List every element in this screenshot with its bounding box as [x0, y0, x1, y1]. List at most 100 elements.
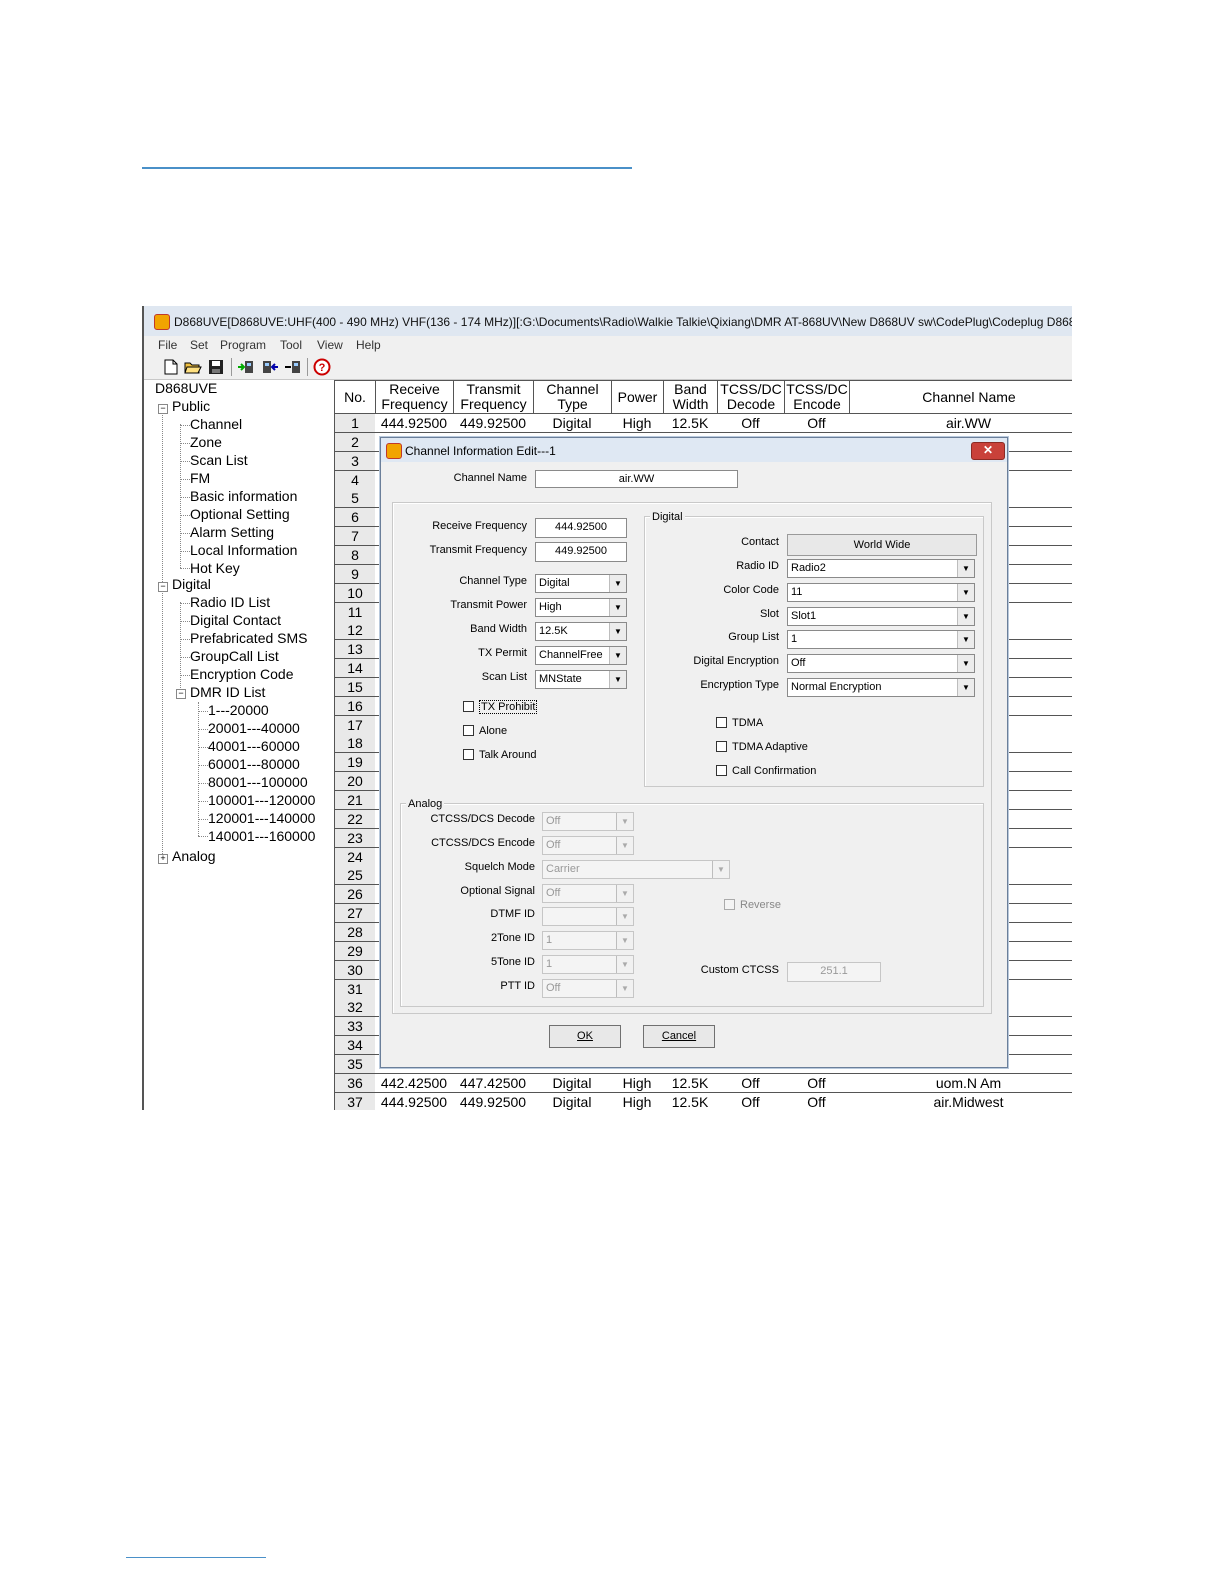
- row-number[interactable]: 26: [334, 885, 376, 905]
- col-header-tcss-encode[interactable]: TCSS/DC Encode: [784, 380, 850, 414]
- row-number[interactable]: 9: [334, 564, 376, 584]
- menu-set[interactable]: Set: [190, 338, 208, 352]
- tree-digital[interactable]: Digital: [172, 576, 211, 592]
- tdma-checkbox[interactable]: [716, 717, 727, 728]
- col-header-tcss-decode[interactable]: TCSS/DC Decode: [717, 380, 785, 414]
- table-row[interactable]: 36 442.42500 447.42500 Digital High 12.5K Off O…: [334, 1073, 1072, 1093]
- collapse-digital-icon[interactable]: −: [158, 582, 168, 592]
- row-number[interactable]: 36: [334, 1073, 376, 1093]
- row-number[interactable]: 18: [334, 734, 376, 754]
- row-number[interactable]: 25: [334, 866, 376, 886]
- menu-program[interactable]: Program: [220, 338, 266, 352]
- transmit-power-select[interactable]: High ▼: [535, 598, 627, 617]
- chevron-down-icon[interactable]: ▼: [616, 908, 633, 925]
- menu-file[interactable]: File: [158, 338, 177, 352]
- collapse-dmr-id-list-icon[interactable]: −: [176, 689, 186, 699]
- row-number[interactable]: 2: [334, 432, 376, 452]
- band-width-cell[interactable]: 12.5K: [663, 1073, 718, 1093]
- tree-dmr-id-list[interactable]: DMR ID List: [190, 684, 265, 700]
- row-number[interactable]: 24: [334, 847, 376, 867]
- custom-ctcss-input[interactable]: 251.1: [787, 962, 881, 982]
- col-header-no[interactable]: No.: [334, 380, 376, 414]
- tree-item-digital-contact[interactable]: Digital Contact: [190, 612, 281, 628]
- optional-signal-select[interactable]: Off ▼: [542, 884, 634, 903]
- row-number[interactable]: 6: [334, 508, 376, 528]
- row-number[interactable]: 7: [334, 527, 376, 547]
- col-header-channel-type[interactable]: Channel Type: [533, 380, 612, 414]
- transmit-frequency-cell[interactable]: 447.42500: [453, 1073, 534, 1093]
- menu-help[interactable]: Help: [356, 338, 381, 352]
- expand-analog-icon[interactable]: +: [158, 854, 168, 864]
- ok-button[interactable]: OK: [549, 1025, 621, 1048]
- tree-root[interactable]: D868UVE: [155, 380, 217, 396]
- color-code-select[interactable]: 11 ▼: [787, 583, 975, 602]
- ctcss-decode-select[interactable]: Off ▼: [542, 812, 634, 831]
- chevron-down-icon[interactable]: ▼: [609, 647, 626, 664]
- tree-item-groupcall-list[interactable]: GroupCall List: [190, 648, 279, 664]
- row-number[interactable]: 32: [334, 998, 376, 1018]
- digital-encryption-select[interactable]: Off ▼: [787, 654, 975, 673]
- channel-type-cell[interactable]: Digital: [533, 1092, 612, 1110]
- power-cell[interactable]: High: [611, 414, 664, 433]
- encode-cell[interactable]: Off: [784, 1073, 850, 1093]
- contact-button[interactable]: World Wide: [787, 534, 977, 556]
- chevron-down-icon[interactable]: ▼: [609, 575, 626, 592]
- radio-id-select[interactable]: Radio2 ▼: [787, 559, 975, 578]
- chevron-down-icon[interactable]: ▼: [609, 623, 626, 640]
- tree-item-encryption-code[interactable]: Encryption Code: [190, 666, 294, 682]
- row-number[interactable]: 8: [334, 545, 376, 565]
- ptt-id-select[interactable]: Off ▼: [542, 979, 634, 998]
- tree-item-dmr-range[interactable]: 60001---80000: [208, 756, 300, 772]
- chevron-down-icon[interactable]: ▼: [957, 655, 974, 672]
- chevron-down-icon[interactable]: ▼: [957, 679, 974, 696]
- tree-item-basic-information[interactable]: Basic information: [190, 488, 297, 504]
- chevron-down-icon[interactable]: ▼: [616, 837, 633, 854]
- channel-type-select[interactable]: Digital ▼: [535, 574, 627, 593]
- receive-frequency-cell[interactable]: 444.92500: [375, 1092, 454, 1110]
- tree-item-dmr-range[interactable]: 1---20000: [208, 702, 269, 718]
- tree-item-prefabricated-sms[interactable]: Prefabricated SMS: [190, 630, 308, 646]
- tree-item-dmr-range[interactable]: 80001---100000: [208, 774, 308, 790]
- slot-select[interactable]: Slot1 ▼: [787, 607, 975, 626]
- alone-checkbox[interactable]: [463, 725, 474, 736]
- chevron-down-icon[interactable]: ▼: [616, 956, 633, 973]
- row-number[interactable]: 31: [334, 979, 376, 999]
- receive-frequency-cell[interactable]: 442.42500: [375, 1073, 454, 1093]
- collapse-public-icon[interactable]: −: [158, 404, 168, 414]
- tree-item-dmr-range[interactable]: 40001---60000: [208, 738, 300, 754]
- close-button[interactable]: ✕: [971, 442, 1005, 460]
- encode-cell[interactable]: Off: [784, 414, 850, 433]
- channel-name-input[interactable]: air.WW: [535, 470, 738, 488]
- tree-item-radio-id-list[interactable]: Radio ID List: [190, 594, 270, 610]
- col-header-transmit-frequency[interactable]: Transmit Frequency: [453, 380, 534, 414]
- squelch-mode-select[interactable]: Carrier ▼: [542, 860, 730, 879]
- power-cell[interactable]: High: [611, 1092, 664, 1110]
- row-number[interactable]: 37: [334, 1092, 376, 1110]
- chevron-down-icon[interactable]: ▼: [616, 980, 633, 997]
- table-row[interactable]: 37 444.92500 449.92500 Digital High 12.5K Off O…: [334, 1092, 1072, 1110]
- tdma-adaptive-checkbox[interactable]: [716, 741, 727, 752]
- group-list-select[interactable]: 1 ▼: [787, 630, 975, 649]
- menu-view[interactable]: View: [317, 338, 343, 352]
- channel-name-cell[interactable]: air.WW: [849, 414, 1072, 433]
- help-icon[interactable]: ?: [313, 358, 331, 376]
- read-radio-icon[interactable]: [237, 358, 255, 376]
- tx-permit-select[interactable]: ChannelFree ▼: [535, 646, 627, 665]
- alone-label[interactable]: Alone: [479, 725, 507, 737]
- channel-name-cell[interactable]: uom.N Am: [849, 1073, 1072, 1093]
- tree-item-channel[interactable]: Channel: [190, 416, 242, 432]
- row-number[interactable]: 16: [334, 696, 376, 716]
- menu-tool[interactable]: Tool: [280, 338, 302, 352]
- two-tone-id-select[interactable]: 1 ▼: [542, 931, 634, 950]
- col-header-receive-frequency[interactable]: Receive Frequency: [375, 380, 454, 414]
- tdma-label[interactable]: TDMA: [732, 717, 763, 729]
- tree-item-alarm-setting[interactable]: Alarm Setting: [190, 524, 274, 540]
- new-file-icon[interactable]: [162, 358, 180, 376]
- talk-around-label[interactable]: Talk Around: [479, 749, 536, 761]
- reverse-label[interactable]: Reverse: [740, 899, 781, 911]
- tree-item-fm[interactable]: FM: [190, 470, 210, 486]
- tree-item-hot-key[interactable]: Hot Key: [190, 560, 240, 576]
- transmit-frequency-cell[interactable]: 449.92500: [453, 414, 534, 433]
- row-number[interactable]: 27: [334, 904, 376, 924]
- talk-around-checkbox[interactable]: [463, 749, 474, 760]
